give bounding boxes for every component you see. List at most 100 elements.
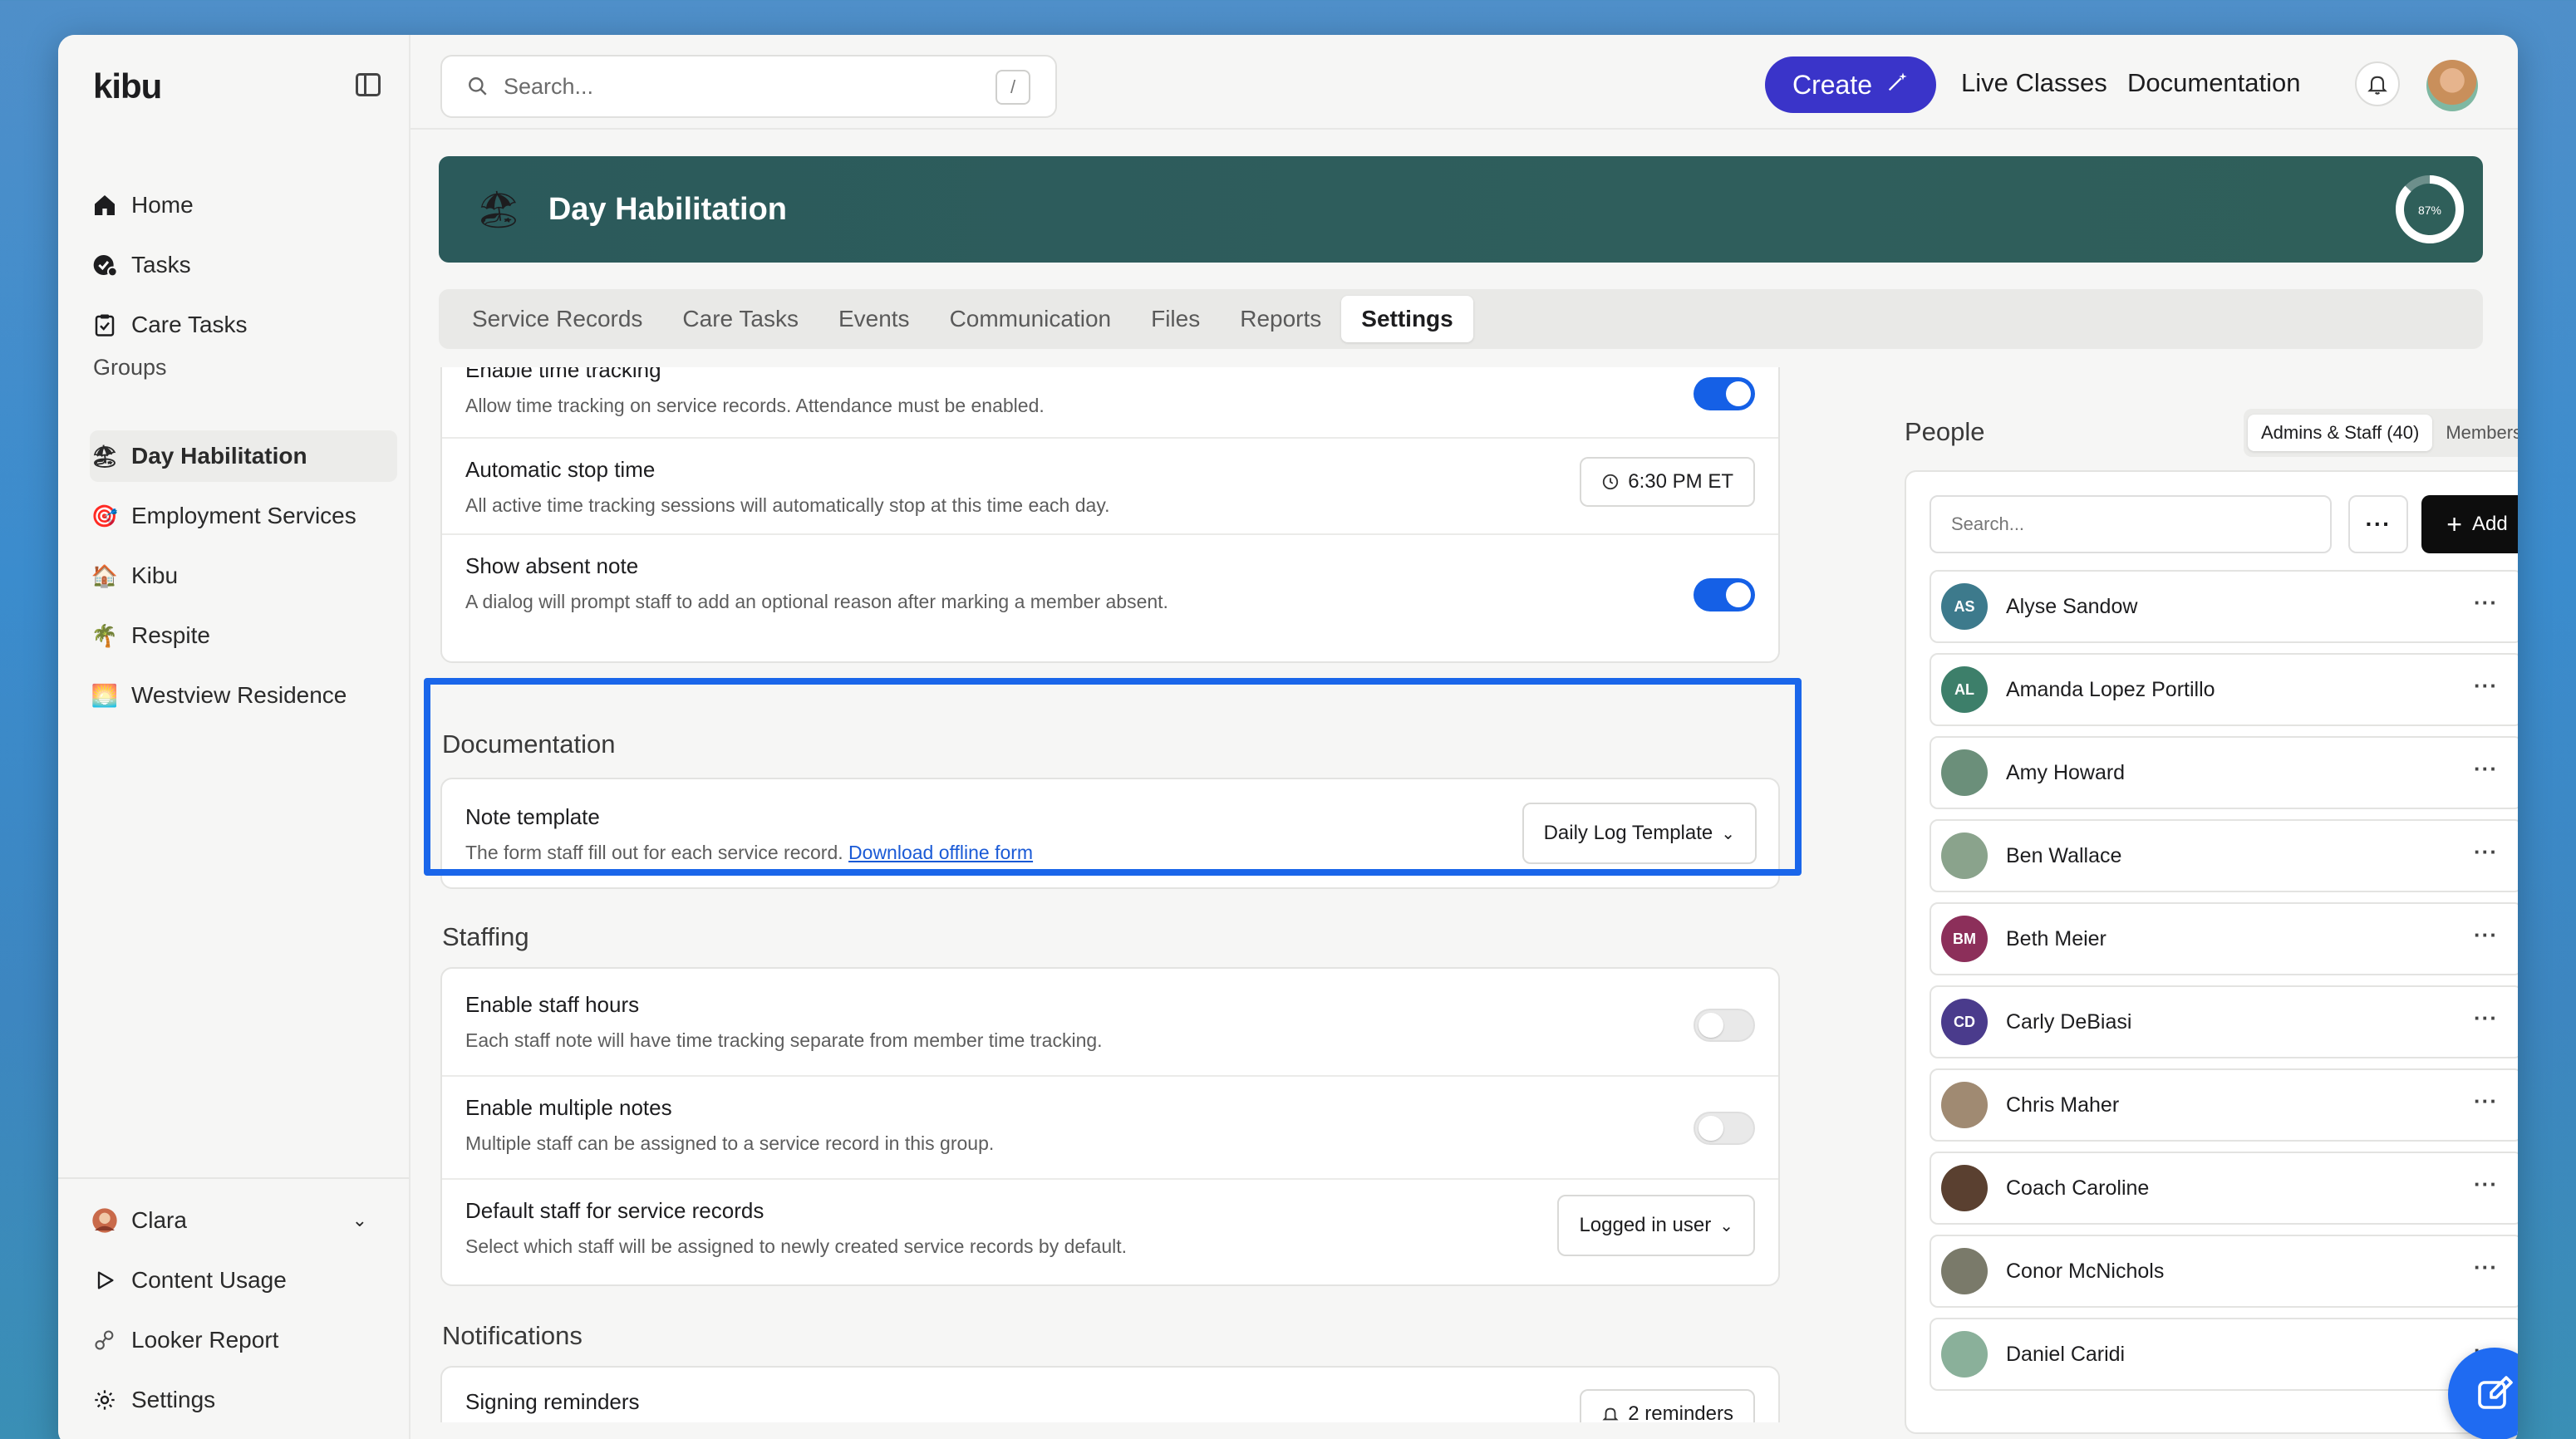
add-label: Add	[2471, 513, 2508, 535]
tab-care-tasks[interactable]: Care Tasks	[662, 296, 819, 342]
setting-signing-reminders: Signing reminders	[442, 1389, 1778, 1415]
divider	[442, 1075, 1778, 1077]
person-name: Conor McNichols	[2006, 1259, 2165, 1283]
person-row[interactable]: Amy Howard ···	[1930, 736, 2518, 809]
avatar[interactable]	[2426, 60, 2478, 111]
more-options-icon[interactable]: ···	[2474, 922, 2498, 948]
add-person-button[interactable]: + Add	[2421, 495, 2518, 553]
section-notifications: Notifications	[442, 1321, 583, 1350]
person-row[interactable]: Ben Wallace ···	[1930, 819, 2518, 892]
person-row[interactable]: Chris Maher ···	[1930, 1068, 2518, 1142]
more-options-icon[interactable]: ···	[2474, 1005, 2498, 1031]
create-button[interactable]: Create	[1765, 56, 1936, 113]
magic-wand-icon	[1885, 70, 1909, 101]
tab-admins-staff[interactable]: Admins & Staff (40)	[2248, 415, 2433, 451]
sidebar-group-respite[interactable]: 🌴 Respite	[90, 610, 397, 661]
person-row[interactable]: BM Beth Meier ···	[1930, 902, 2518, 975]
progress-ring[interactable]: 87%	[2393, 173, 2466, 246]
edit-icon	[2478, 1376, 2513, 1409]
person-name: Daniel Caridi	[2006, 1342, 2126, 1366]
divider	[442, 1178, 1778, 1180]
person-row[interactable]: Conor McNichols ···	[1930, 1235, 2518, 1308]
tab-service-records[interactable]: Service Records	[452, 296, 662, 342]
person-name: Alyse Sandow	[2006, 594, 2138, 618]
clock-icon	[1603, 474, 1619, 490]
tab-files[interactable]: Files	[1131, 296, 1220, 342]
time-tracking-toggle[interactable]	[1694, 377, 1755, 410]
sidebar-item-care-tasks[interactable]: Care Tasks	[90, 299, 397, 351]
setting-description: Multiple staff can be assigned to a serv…	[465, 1132, 995, 1154]
sidebar-item-tasks[interactable]: Tasks	[90, 239, 397, 291]
more-options-icon[interactable]: ···	[2474, 756, 2498, 782]
signing-reminders-button[interactable]: 2 reminders	[1580, 1389, 1755, 1422]
sidebar-group-westview-residence[interactable]: 🌅 Westview Residence	[90, 670, 397, 721]
stop-time-value: 6:30 PM ET	[1628, 470, 1733, 493]
settings-panel: Enable time tracking Allow time tracking…	[440, 367, 1803, 1422]
tab-reports[interactable]: Reports	[1220, 296, 1341, 342]
avatar: CD	[1941, 999, 1988, 1045]
tab-events[interactable]: Events	[819, 296, 930, 342]
tab-communication[interactable]: Communication	[930, 296, 1132, 342]
stop-time-button[interactable]: 6:30 PM ET	[1580, 457, 1755, 507]
more-options-icon[interactable]: ···	[2474, 1171, 2498, 1197]
person-name: Beth Meier	[2006, 926, 2107, 950]
sidebar-item-label: Respite	[131, 622, 210, 648]
target-icon: 🎯	[91, 503, 119, 528]
sunset-icon: 🌅	[91, 682, 119, 708]
page-title: Day Habilitation	[548, 191, 788, 227]
setting-enable-time-tracking: Enable time tracking Allow time tracking…	[442, 367, 1778, 417]
person-name: Coach Caroline	[2006, 1176, 2150, 1200]
sidebar-item-content-usage[interactable]: Content Usage	[90, 1255, 397, 1306]
more-options-icon[interactable]: ···	[2474, 1255, 2498, 1280]
clipboard-icon	[90, 310, 120, 340]
person-row[interactable]: AL Amanda Lopez Portillo ···	[1930, 653, 2518, 726]
person-row[interactable]: Daniel Caridi···	[1930, 1318, 2518, 1391]
divider	[442, 437, 1778, 439]
person-name: Amy Howard	[2006, 760, 2126, 784]
people-search-input[interactable]: Search...	[1930, 495, 2332, 553]
section-staffing: Staffing	[442, 922, 529, 951]
sidebar-item-home[interactable]: Home	[90, 179, 397, 231]
sidebar-group-kibu[interactable]: 🏠 Kibu	[90, 550, 397, 602]
create-label: Create	[1792, 69, 1873, 100]
live-classes-link[interactable]: Live Classes	[1961, 68, 2107, 98]
more-options-icon[interactable]: ···	[2474, 839, 2498, 865]
tab-members[interactable]: Members (17)	[2432, 415, 2518, 451]
search-icon	[469, 77, 487, 96]
sidebar-item-label: Looker Report	[131, 1327, 279, 1353]
avatar	[1941, 1248, 1988, 1294]
divider	[442, 533, 1778, 535]
person-name: Carly DeBiasi	[2006, 1009, 2132, 1034]
avatar: AS	[1941, 583, 1988, 630]
group-banner: 🏖 Day Habilitation 87%	[439, 156, 2483, 263]
person-row[interactable]: AS Alyse Sandow ···	[1930, 570, 2518, 643]
absent-note-toggle[interactable]	[1694, 578, 1755, 611]
multiple-notes-toggle[interactable]	[1694, 1112, 1755, 1145]
sidebar-toggle-icon[interactable]	[356, 73, 381, 96]
sidebar-item-settings[interactable]: Settings	[90, 1374, 397, 1426]
sidebar-group-employment-services[interactable]: 🎯 Employment Services	[90, 490, 397, 542]
bell-icon[interactable]	[2355, 61, 2400, 106]
search-shortcut: /	[995, 70, 1030, 105]
people-list-card: Search... ··· + Add AS Alyse Sandow ··· AL A…	[1905, 470, 2518, 1434]
search-input[interactable]: Search... /	[440, 55, 1057, 118]
tab-settings[interactable]: Settings	[1341, 296, 1473, 342]
app-logo[interactable]: kibu	[93, 66, 162, 106]
staff-hours-toggle[interactable]	[1694, 1009, 1755, 1042]
play-icon	[90, 1265, 120, 1295]
sidebar-group-day-habilitation[interactable]: 🏖 Day Habilitation	[90, 430, 397, 482]
default-staff-select[interactable]: Logged in user ⌄	[1557, 1195, 1755, 1256]
more-options-icon[interactable]: ···	[2474, 1088, 2498, 1114]
more-options-button[interactable]: ···	[2348, 495, 2408, 553]
more-options-icon[interactable]: ···	[2474, 590, 2498, 616]
person-row[interactable]: Coach Caroline ···	[1930, 1152, 2518, 1225]
sidebar-item-looker-report[interactable]: Looker Report	[90, 1314, 397, 1366]
more-options-icon[interactable]: ···	[2474, 673, 2498, 699]
user-menu[interactable]: Clara ⌄	[90, 1195, 397, 1246]
setting-description: Each staff note will have time tracking …	[465, 1029, 1103, 1051]
person-row[interactable]: CD Carly DeBiasi ···	[1930, 985, 2518, 1058]
gear-icon	[90, 1385, 120, 1415]
documentation-link[interactable]: Documentation	[2127, 68, 2301, 98]
setting-automatic-stop-time: Automatic stop time All active time trac…	[442, 457, 1778, 517]
chevron-down-icon[interactable]: ⌄	[352, 1210, 367, 1231]
